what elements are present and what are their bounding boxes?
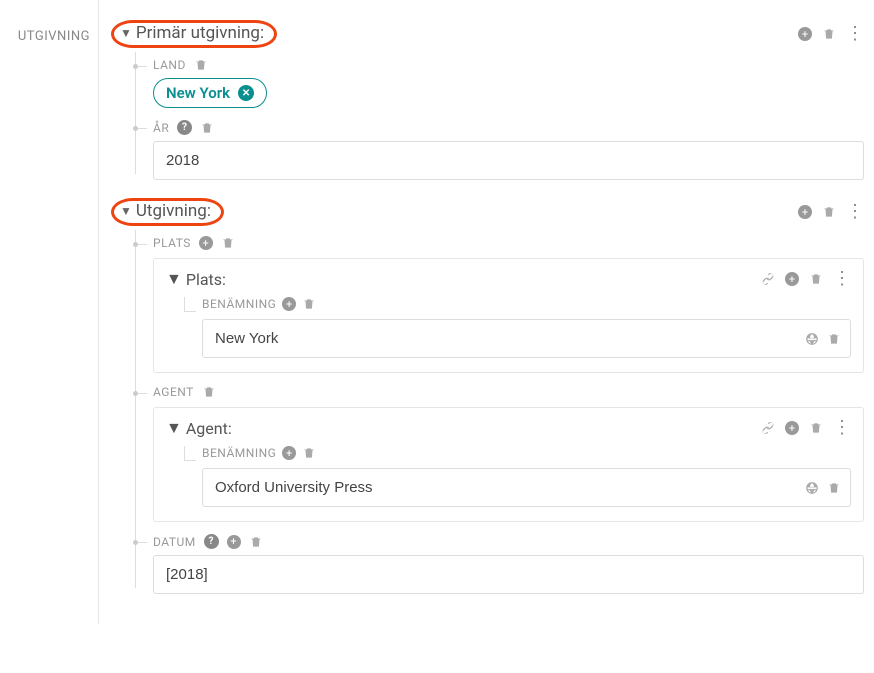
trash-icon[interactable] xyxy=(221,236,235,250)
section-utgivning: ▼ Utgivning: + ⋮ PLATS + xyxy=(111,194,864,600)
section-utgivning-title: Utgivning: xyxy=(136,201,211,221)
globe-icon[interactable] xyxy=(805,481,819,495)
trash-icon[interactable] xyxy=(302,446,316,460)
trash-icon[interactable] xyxy=(827,332,841,346)
chevron-down-icon: ▼ xyxy=(166,418,182,438)
link-icon[interactable] xyxy=(761,272,775,286)
trash-icon[interactable] xyxy=(202,385,216,399)
section-utgivning-header[interactable]: ▼ Utgivning: xyxy=(111,198,224,226)
plats-input[interactable] xyxy=(202,319,851,358)
add-icon[interactable]: + xyxy=(282,446,296,460)
add-icon[interactable]: + xyxy=(227,535,241,549)
agent-card-header[interactable]: ▼ Agent: xyxy=(166,418,232,438)
land-chip[interactable]: New York ✕ xyxy=(153,78,267,108)
more-icon[interactable]: ⋮ xyxy=(833,419,851,437)
trash-icon[interactable] xyxy=(809,272,823,286)
year-input[interactable] xyxy=(153,141,864,180)
section-primary: ▼ Primär utgivning: + ⋮ LAND xyxy=(111,16,864,186)
trash-icon[interactable] xyxy=(302,297,316,311)
section-primary-header[interactable]: ▼ Primär utgivning: xyxy=(111,20,277,48)
section-primary-title: Primär utgivning: xyxy=(136,23,264,43)
trash-icon[interactable] xyxy=(822,27,836,41)
datum-input[interactable] xyxy=(153,555,864,594)
agent-card-title: Agent: xyxy=(186,419,232,438)
field-land: LAND New York ✕ xyxy=(131,52,864,114)
add-icon[interactable]: + xyxy=(785,272,799,286)
field-datum: DATUM ? + xyxy=(131,528,864,600)
trash-icon[interactable] xyxy=(194,58,208,72)
plats-card: ▼ Plats: + ⋮ BEN xyxy=(153,258,864,373)
more-icon[interactable]: ⋮ xyxy=(846,25,864,43)
remove-icon[interactable]: ✕ xyxy=(238,85,254,101)
more-icon[interactable]: ⋮ xyxy=(833,270,851,288)
globe-icon[interactable] xyxy=(805,332,819,346)
agent-input[interactable] xyxy=(202,468,851,507)
chevron-down-icon: ▼ xyxy=(120,204,132,218)
help-icon[interactable]: ? xyxy=(177,120,192,135)
trash-icon[interactable] xyxy=(827,481,841,495)
field-agent-label: AGENT xyxy=(153,385,194,399)
agent-card: ▼ Agent: + ⋮ BEN xyxy=(153,407,864,522)
more-icon[interactable]: ⋮ xyxy=(846,203,864,221)
chevron-down-icon: ▼ xyxy=(166,269,182,289)
field-agent: AGENT ▼ Agent: + xyxy=(131,379,864,528)
add-icon[interactable]: + xyxy=(798,205,812,219)
field-year: ÅR ? xyxy=(131,114,864,186)
field-year-label: ÅR xyxy=(153,121,169,135)
field-datum-label: DATUM xyxy=(153,535,196,549)
field-plats-label: PLATS xyxy=(153,236,191,250)
trash-icon[interactable] xyxy=(822,205,836,219)
trash-icon[interactable] xyxy=(809,421,823,435)
chevron-down-icon: ▼ xyxy=(120,26,132,40)
plats-card-header[interactable]: ▼ Plats: xyxy=(166,269,226,289)
plats-card-title: Plats: xyxy=(186,270,226,289)
add-icon[interactable]: + xyxy=(282,297,296,311)
add-icon[interactable]: + xyxy=(785,421,799,435)
land-chip-label: New York xyxy=(166,84,230,102)
add-icon[interactable]: + xyxy=(199,236,213,250)
benamning-label: BENÄMNING xyxy=(202,297,276,311)
trash-icon[interactable] xyxy=(200,121,214,135)
link-icon[interactable] xyxy=(761,421,775,435)
help-icon[interactable]: ? xyxy=(204,534,219,549)
field-land-label: LAND xyxy=(153,58,186,72)
section-label: UTGIVNING xyxy=(0,0,98,624)
trash-icon[interactable] xyxy=(249,535,263,549)
benamning-label: BENÄMNING xyxy=(202,446,276,460)
add-icon[interactable]: + xyxy=(798,27,812,41)
field-plats: PLATS + ▼ Plats: + xyxy=(131,230,864,379)
